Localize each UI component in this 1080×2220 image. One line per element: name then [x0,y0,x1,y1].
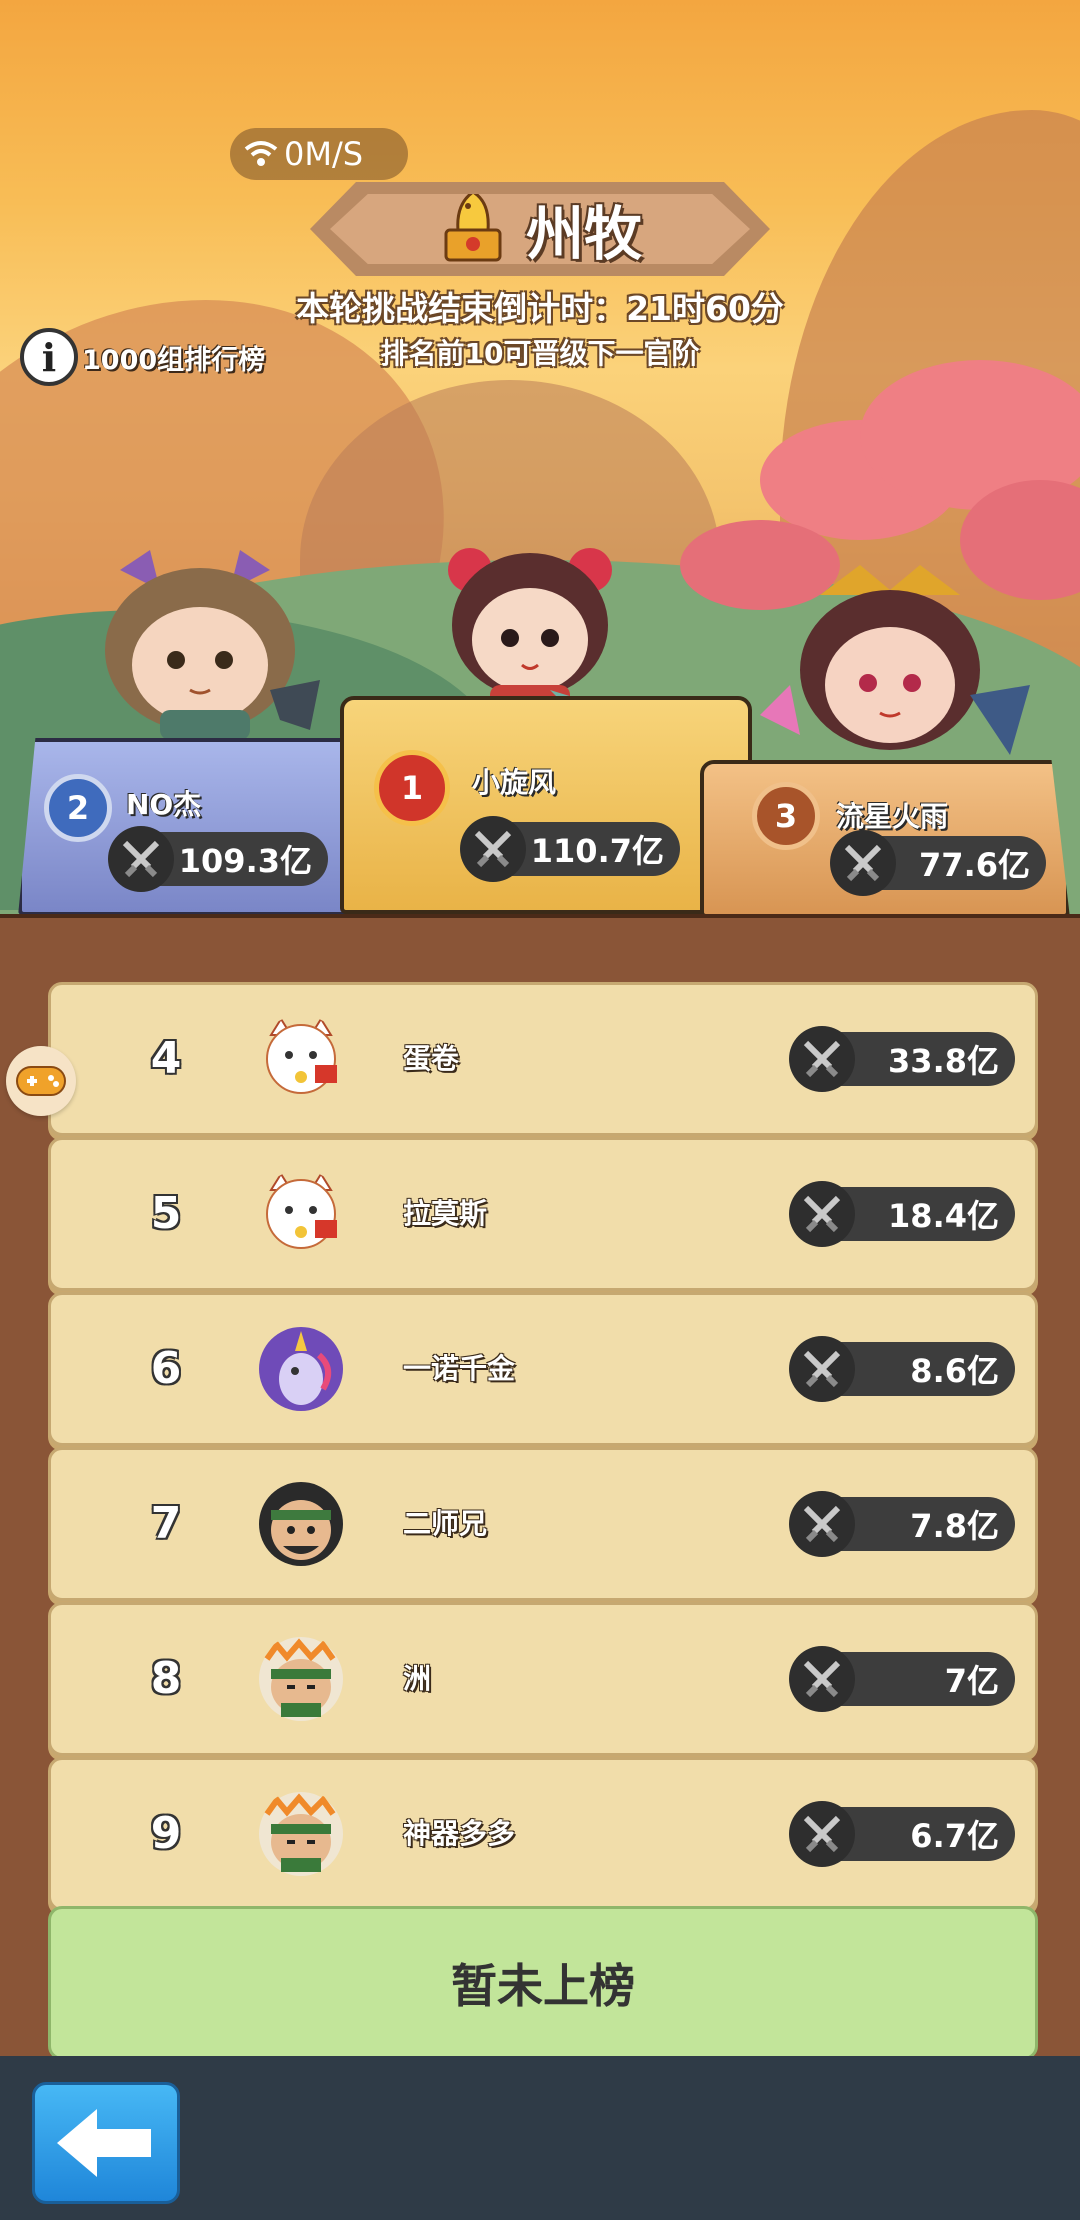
ranking-row[interactable]: 6 一诺千金 8.6亿 [48,1292,1038,1446]
bandana-avatar-icon [259,1792,343,1876]
rank-3-medal-icon: 3 [752,782,820,850]
my-rank-status: 暂未上榜 [48,1906,1038,2060]
rank-3-name: 流星火雨 [836,800,949,833]
row-player-name: 一诺千金 [403,1352,516,1385]
crossed-swords-icon [789,1646,855,1712]
trophy-icon [444,194,502,262]
gamepad-icon [16,1066,66,1096]
rank-2-name: NO杰 [126,788,202,821]
crossed-swords-icon [460,816,526,882]
row-player-name: 洲 [403,1662,432,1695]
network-indicator: 0M/S [230,128,408,180]
rank-2-medal-icon: 2 [44,774,112,842]
back-arrow-icon [57,2109,151,2177]
row-power-value: 33.8亿 [888,1042,999,1080]
row-power: 8.6亿 [789,1336,1015,1402]
back-button[interactable] [32,2082,180,2204]
row-power: 33.8亿 [789,1026,1015,1092]
rank-2-number: 2 [66,789,90,827]
rank-2-power-value: 109.3亿 [178,842,312,880]
ranking-row[interactable]: 8 洲 7亿 [48,1602,1038,1756]
rank-1-number: 1 [400,769,424,807]
rank-3-power: 77.6亿 [830,830,1046,896]
row-rank: 7 [150,1498,182,1549]
crossed-swords-icon [789,1026,855,1092]
rank-1-character [448,548,615,720]
row-rank: 4 [150,1033,182,1084]
rank-1-power: 110.7亿 [460,816,680,882]
wifi-icon [244,141,278,166]
row-rank: 8 [150,1653,182,1704]
ranking-row[interactable]: 4 蛋卷 33.8亿 [48,982,1038,1136]
crossed-swords-icon [789,1801,855,1867]
rank-1-power-value: 110.7亿 [530,832,664,870]
leaderboard-link-label: 1000组排行榜 [82,344,266,376]
row-power-value: 18.4亿 [888,1197,999,1235]
page-title: 州牧 [525,200,642,268]
ranking-row[interactable]: 7 二师兄 7.8亿 [48,1447,1038,1601]
cat-avatar-icon [266,1172,337,1249]
ranking-row[interactable]: 5 拉莫斯 18.4亿 [48,1137,1038,1291]
network-speed: 0M/S [284,135,364,173]
rank-1-medal-icon: 1 [374,750,450,826]
warrior-avatar-icon [259,1482,343,1566]
bandana-avatar-icon [259,1637,343,1721]
row-player-name: 拉莫斯 [403,1197,488,1230]
rank-1-name: 小旋风 [472,766,557,799]
row-power: 7.8亿 [789,1491,1015,1557]
row-rank: 6 [150,1343,182,1394]
info-icon: i [20,328,78,386]
crossed-swords-icon [789,1181,855,1247]
row-power-value: 8.6亿 [910,1352,999,1390]
cat-avatar-icon [266,1017,337,1094]
crossed-swords-icon [789,1491,855,1557]
row-power: 6.7亿 [789,1801,1015,1867]
leaderboard-info-button[interactable]: i 1000组排行榜 [20,328,265,386]
row-rank: 9 [150,1808,182,1859]
rank-3-number: 3 [774,797,798,835]
gamepad-float-button[interactable] [6,1046,76,1116]
row-power-value: 7.8亿 [910,1507,999,1545]
bottom-bar [0,2056,1080,2220]
rank-title-banner: 州牧 [310,182,770,276]
rank-2-power: 109.3亿 [108,826,328,892]
rank-3-character [760,565,1030,755]
row-player-name: 蛋卷 [403,1042,460,1075]
crossed-swords-icon [789,1336,855,1402]
crossed-swords-icon [108,826,174,892]
row-power: 18.4亿 [789,1181,1015,1247]
row-rank: 5 [150,1188,182,1239]
unicorn-avatar-icon [259,1327,343,1411]
row-power-value: 7亿 [944,1662,999,1700]
ranking-row[interactable]: 9 神器多多 6.7亿 [48,1757,1038,1911]
countdown-text: 本轮挑战结束倒计时：21时60分 [296,289,784,328]
crossed-swords-icon [830,830,896,896]
row-player-name: 二师兄 [403,1507,488,1540]
rank-3-power-value: 77.6亿 [919,846,1030,884]
row-power: 7亿 [789,1646,1015,1712]
row-power-value: 6.7亿 [910,1817,999,1855]
row-player-name: 神器多多 [403,1817,516,1850]
rank-2-character [105,550,320,740]
